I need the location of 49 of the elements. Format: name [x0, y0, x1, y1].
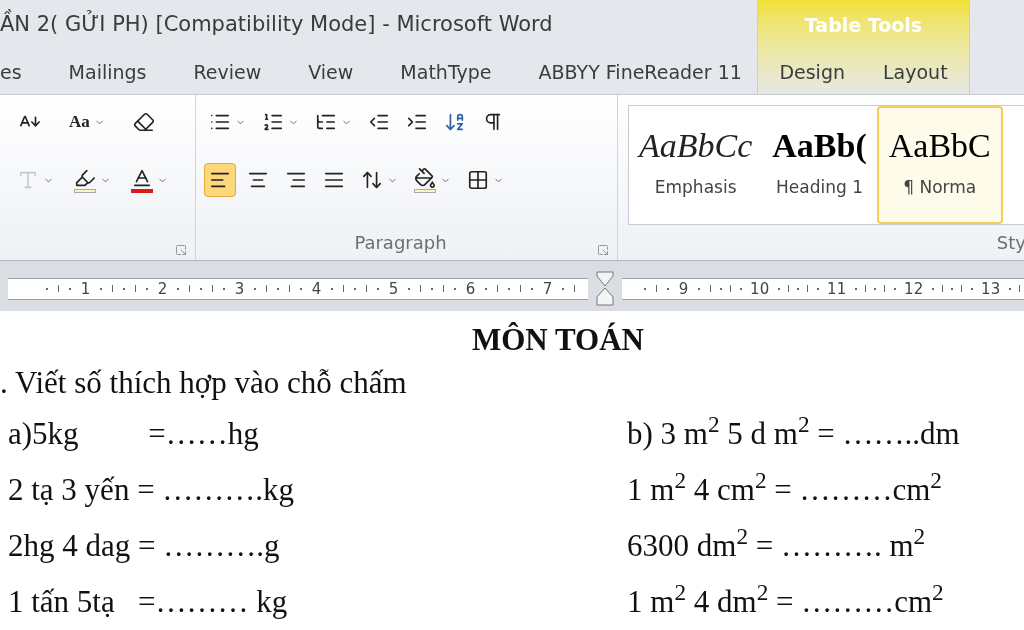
- sort-icon: [444, 111, 466, 133]
- dialog-launcher-icon[interactable]: [597, 243, 609, 256]
- document-title: MÔN TOÁN: [472, 322, 644, 357]
- style-item[interactable]: AaBb( Heading 1: [762, 106, 877, 224]
- ruler-number: 7: [542, 278, 553, 300]
- exercise-line: 1 m$^{2}$ 4 cm$^{2}$ = ………cm$^{2}$: [627, 466, 943, 509]
- ruler-number: 1: [80, 278, 91, 300]
- ribbon-tab[interactable]: ABBYY FineReader 11: [519, 50, 757, 94]
- contextual-group-title: Table Tools: [804, 12, 923, 38]
- text-effects-icon: [17, 169, 39, 191]
- ribbon-tab[interactable]: Design: [760, 50, 864, 94]
- toolbar-button[interactable]: Aa: [64, 105, 110, 139]
- style-item[interactable]: AaBbCc Emphasis: [629, 106, 763, 224]
- font-color-icon: [131, 167, 153, 193]
- ribbon-tab[interactable]: Layout: [864, 50, 967, 94]
- ruler-number: 3: [234, 278, 245, 300]
- ruler-number: 13: [981, 278, 1001, 300]
- ruler-number: 5: [388, 278, 399, 300]
- exercise-line: a)5kg =……hg: [7, 414, 260, 453]
- borders-icon: [467, 169, 489, 191]
- exercise-line: b) 3 m$^{2}$ 5 d m$^{2}$ = ……..dm: [627, 410, 961, 453]
- paint-bucket-icon: [414, 167, 436, 193]
- question-text: . Viết số thích hợp vào chỗ chấm: [0, 364, 407, 400]
- ruler-number: 10: [750, 278, 770, 300]
- ruler-number: 9: [678, 278, 689, 300]
- ribbon-tab[interactable]: Review: [174, 50, 281, 94]
- highlighter-icon: [74, 167, 96, 193]
- ruler-number: 11: [827, 278, 847, 300]
- exercise-line: 2hg 4 dag = ……….g: [7, 526, 281, 565]
- exercise-line: 1 tấn 5tạ =……… kg: [7, 582, 289, 621]
- ruler-number: 2: [157, 278, 168, 300]
- ribbon-tab[interactable]: View: [289, 50, 373, 94]
- dialog-launcher-icon[interactable]: [175, 243, 187, 256]
- ribbon-tab[interactable]: es: [0, 50, 41, 94]
- ribbon-tab[interactable]: MathType: [381, 50, 511, 94]
- exercise-line: 1 m$^{2}$ 4 dm$^{2}$ = ………cm$^{2}$: [627, 578, 945, 621]
- numbered-list-icon: [262, 111, 284, 133]
- ruler-number: 4: [311, 278, 322, 300]
- toolbar-button[interactable]: [204, 163, 236, 197]
- style-item[interactable]: AaBbC ¶ Norma: [876, 106, 1003, 224]
- exercise-line: 6300 dm$^{2}$ = ………. m$^{2}$: [627, 522, 927, 565]
- eraser-icon: [132, 111, 155, 133]
- group-label: Paragraph: [353, 230, 448, 255]
- ruler-number: 6: [465, 278, 476, 300]
- exercise-line: 2 tạ 3 yến = ……….kg: [7, 470, 296, 509]
- ribbon-tab[interactable]: Mailings: [49, 50, 166, 94]
- window-title: ẦN 2( GỬI PH) [Compatibility Mode] - Microsoft Word: [0, 9, 553, 41]
- ruler-number: 12: [904, 278, 924, 300]
- line-spacing-icon: [361, 169, 383, 191]
